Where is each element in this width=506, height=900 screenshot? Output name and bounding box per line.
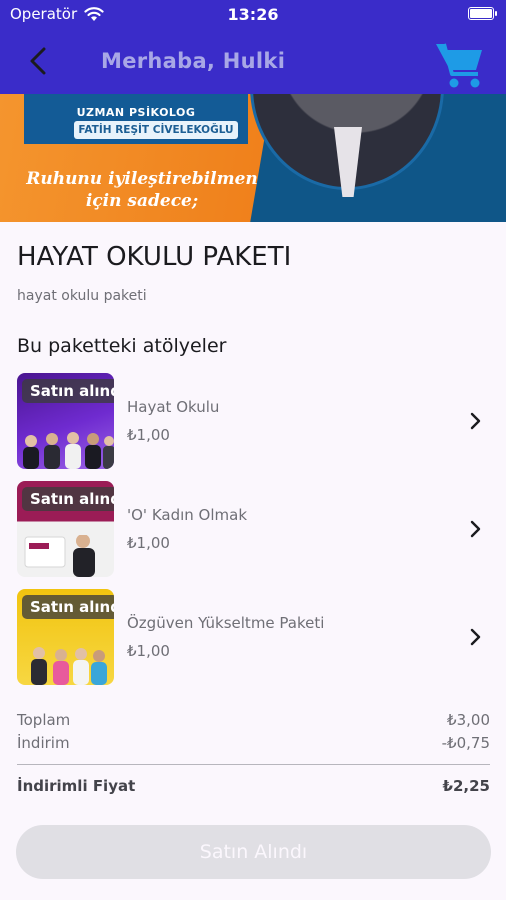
workshop-thumbnail: Satın alındı (17, 481, 114, 577)
purchased-badge: Satın alındı (22, 595, 114, 619)
workshop-name: 'O' Kadın Olmak (127, 506, 248, 524)
workshop-thumbnail: Satın alındı (17, 589, 114, 685)
discount-label: İndirim (17, 734, 70, 752)
banner-slogan: Ruhunu iyileştirebilmen için sadece; (26, 169, 258, 211)
workshop-price: ₺1,00 (127, 426, 170, 444)
workshop-item[interactable]: Satın alındı Hayat Okulu ₺1,00 (17, 373, 489, 469)
people-illustration (23, 432, 114, 469)
people-illustration (31, 647, 107, 685)
workshop-item[interactable]: Satın alındı Özgüven Yükseltme Paketi ₺1… (17, 589, 489, 685)
final-price-label: İndirimli Fiyat (17, 777, 136, 795)
clock: 13:26 (227, 5, 279, 24)
workshop-price: ₺1,00 (127, 642, 170, 660)
back-arrow-icon[interactable] (24, 44, 54, 78)
purchased-button[interactable]: Satın Alındı (16, 825, 491, 879)
workshop-name: Hayat Okulu (127, 398, 220, 416)
chevron-right-icon (470, 628, 481, 646)
banner-title: UZMAN PSİKOLOG (76, 106, 196, 119)
promo-banner: UZMAN PSİKOLOG FATİH REŞİT CİVELEKOĞLU R… (0, 94, 506, 222)
banner-name: FATİH REŞİT CİVELEKOĞLU (74, 121, 238, 139)
greeting-title: Merhaba, Hulki (101, 49, 286, 73)
section-title: Bu paketteki atölyeler (17, 335, 227, 357)
purchased-badge: Satın alındı (22, 487, 114, 511)
summary-divider (17, 764, 490, 765)
package-description: hayat okulu paketi (17, 288, 147, 304)
discount-row: İndirim -₺0,75 (17, 734, 490, 752)
app-header: Operatör 13:26 Merhaba, Hulki (0, 0, 506, 94)
final-price-value: ₺2,25 (442, 777, 490, 795)
chevron-right-icon (470, 520, 481, 538)
total-row: Toplam ₺3,00 (17, 711, 490, 729)
workshop-thumbnail: Satın alındı (17, 373, 114, 469)
status-bar: Operatör 13:26 (0, 0, 506, 30)
total-label: Toplam (17, 711, 71, 729)
people-illustration (24, 535, 95, 577)
total-value: ₺3,00 (447, 711, 490, 729)
package-title: HAYAT OKULU PAKETI (17, 242, 292, 272)
final-price-row: İndirimli Fiyat ₺2,25 (17, 777, 490, 795)
shopping-cart-icon[interactable] (433, 38, 485, 90)
workshop-item[interactable]: Satın alındı 'O' Kadın Olmak ₺1,00 (17, 481, 489, 577)
battery-icon (468, 7, 497, 20)
purchased-badge: Satın alındı (22, 379, 114, 403)
workshop-price: ₺1,00 (127, 534, 170, 552)
psychologist-photo (250, 94, 444, 190)
discount-value: -₺0,75 (441, 734, 490, 752)
chevron-right-icon (470, 412, 481, 430)
workshop-name: Özgüven Yükseltme Paketi (127, 614, 325, 632)
